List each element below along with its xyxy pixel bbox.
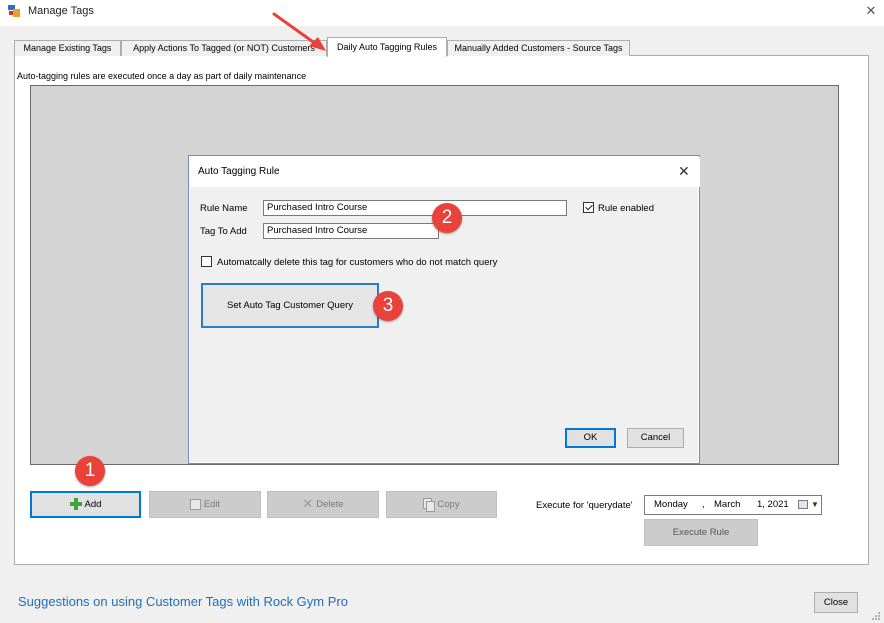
- tab-manually-added-customers[interactable]: Manually Added Customers - Source Tags: [447, 40, 630, 56]
- close-button[interactable]: Close: [814, 592, 858, 613]
- tab-manage-existing-tags[interactable]: Manage Existing Tags: [14, 40, 121, 56]
- annotation-badge-1: 1: [75, 456, 105, 486]
- tab-apply-actions[interactable]: Apply Actions To Tagged (or NOT) Custome…: [121, 40, 327, 56]
- execute-rule-button[interactable]: Execute Rule: [644, 519, 758, 546]
- delete-button[interactable]: ✕ Delete: [267, 491, 379, 518]
- date-month: March: [714, 499, 741, 510]
- edit-button[interactable]: Edit: [149, 491, 261, 518]
- copy-button[interactable]: Copy: [386, 491, 497, 518]
- date-daynum: 1, 2021: [757, 499, 789, 510]
- tag-to-add-field[interactable]: Purchased Intro Course: [263, 223, 439, 239]
- date-day: Monday: [654, 499, 688, 510]
- execute-querydate-label: Execute for 'querydate': [536, 500, 633, 511]
- add-button[interactable]: Add: [30, 491, 141, 518]
- querydate-picker[interactable]: Monday , March 1, 2021 ▼: [644, 495, 822, 515]
- auto-delete-checkbox[interactable]: [201, 256, 212, 267]
- rule-enabled-label: Rule enabled: [598, 203, 654, 214]
- tab-daily-auto-tagging-rules[interactable]: Daily Auto Tagging Rules: [327, 37, 447, 57]
- copy-icon: [423, 498, 436, 513]
- calendar-icon[interactable]: [798, 500, 808, 509]
- cancel-button[interactable]: Cancel: [627, 428, 684, 448]
- auto-delete-label: Automatcally delete this tag for custome…: [217, 257, 498, 268]
- window-titlebar: Manage Tags ✕: [0, 0, 884, 26]
- app-icon: [8, 5, 20, 17]
- panel-note: Auto-tagging rules are executed once a d…: [17, 71, 307, 81]
- rule-enabled-checkbox[interactable]: [583, 202, 594, 213]
- delete-icon: ✕: [302, 496, 314, 512]
- window-title: Manage Tags: [28, 5, 94, 17]
- plus-icon: [69, 498, 82, 511]
- resize-grip-icon[interactable]: [872, 612, 880, 620]
- date-separator: ,: [702, 499, 705, 510]
- chevron-down-icon[interactable]: ▼: [811, 496, 819, 514]
- annotation-badge-3: 3: [373, 291, 403, 321]
- dialog-titlebar: Auto Tagging Rule ✕: [190, 157, 700, 187]
- close-icon[interactable]: ✕: [678, 163, 690, 180]
- ok-button[interactable]: OK: [565, 428, 616, 448]
- rule-name-field[interactable]: Purchased Intro Course: [263, 200, 567, 216]
- help-link[interactable]: Suggestions on using Customer Tags with …: [18, 594, 348, 609]
- add-button-label: Add: [84, 499, 102, 510]
- delete-button-label: Delete: [316, 499, 344, 510]
- close-icon[interactable]: ✕: [862, 2, 880, 20]
- edit-button-label: Edit: [203, 499, 221, 510]
- tag-to-add-label: Tag To Add: [200, 226, 247, 237]
- set-auto-tag-query-button[interactable]: Set Auto Tag Customer Query: [201, 283, 379, 328]
- annotation-badge-2: 2: [432, 203, 462, 233]
- edit-icon: [189, 498, 201, 510]
- rule-name-label: Rule Name: [200, 203, 248, 214]
- copy-button-label: Copy: [437, 499, 460, 510]
- dialog-title: Auto Tagging Rule: [198, 166, 280, 177]
